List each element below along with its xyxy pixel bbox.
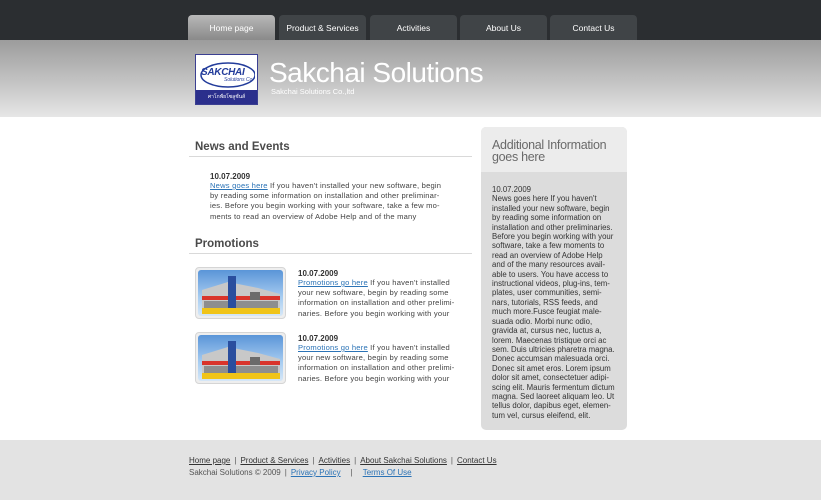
sidebar-text-line: gravida at, cursus nec, luctus a, xyxy=(492,326,602,336)
divider xyxy=(189,253,472,254)
building-photo-icon xyxy=(202,341,280,379)
sidebar-text-line: installed your new software, begin xyxy=(492,203,610,213)
promotion-date: 10.07.2009 xyxy=(298,269,339,278)
company-logo[interactable]: SAKCHAI Solutions Co ศาโกฟ์ยโซลูชั่นส์ xyxy=(195,54,258,105)
footer-separator: | xyxy=(354,456,357,465)
news-heading: News and Events xyxy=(195,141,290,153)
tab-activities[interactable]: Activities xyxy=(370,15,457,40)
footer-link-products[interactable]: Product & Services xyxy=(240,456,308,465)
sidebar-text-line: suada odio. Morbi nunc odio, xyxy=(492,316,593,326)
sidebar-text-line: scing elit. Mauris fermentum dictum xyxy=(492,382,615,392)
footer-separator: | xyxy=(234,456,237,465)
footer-link-contact[interactable]: Contact Us xyxy=(457,456,497,465)
top-nav-bar: Home page Product & Services Activities … xyxy=(0,0,821,40)
tab-home[interactable]: Home page xyxy=(188,15,275,40)
copyright-text: Sakchai Solutions © 2009 xyxy=(189,468,281,477)
sidebar-text-line: Before you begin working with your xyxy=(492,232,614,242)
footer-nav: Home page | Product & Services | Activities |… xyxy=(189,456,497,465)
promotion-image[interactable] xyxy=(195,332,286,384)
sidebar-text-line: tellus dolor, dapibus eget, elemen- xyxy=(492,401,611,411)
footer-separator: | xyxy=(350,468,353,477)
sidebar-text-line: magna. Sed laoreet aliquam leo. Ut xyxy=(492,391,615,401)
sidebar-text-line: able to users. You have access to xyxy=(492,269,609,279)
sidebar-text-line: sem. Duis ultricies pharetra magna. xyxy=(492,344,615,354)
sidebar-date: 10.07.2009 xyxy=(492,185,532,194)
news-date: 10.07.2009 xyxy=(210,172,251,181)
footer-link-activities[interactable]: Activities xyxy=(319,456,351,465)
footer-separator: | xyxy=(450,456,453,465)
news-link[interactable]: News goes here xyxy=(210,181,268,190)
sidebar-text-line: News goes here If you haven't xyxy=(492,194,597,204)
divider xyxy=(189,156,472,157)
sidebar-text-line: read an overview of Adobe Help xyxy=(492,250,603,260)
sidebar-text-line: Donec accumsan malesuada orci. xyxy=(492,354,610,364)
sidebar-text-line: by reading some information on xyxy=(492,213,602,223)
sidebar-text-line: and of the many resources avail- xyxy=(492,260,606,270)
footer-separator: | xyxy=(312,456,315,465)
news-text: News goes here If you haven't installed … xyxy=(210,181,442,221)
promotion-text: Promotions go here If you haven't instal… xyxy=(298,343,455,383)
promotions-heading: Promotions xyxy=(195,238,259,250)
sidebar-text-line: software, take a few moments to xyxy=(492,241,605,251)
terms-of-use-link[interactable]: Terms Of Use xyxy=(363,468,412,477)
sidebar-text-line: installation and other preliminaries. xyxy=(492,222,613,232)
sidebar-text-line: Donec sit amet eros. Lorem ipsum xyxy=(492,363,611,373)
sidebar-text-line: instructional videos, plug-ins, tem- xyxy=(492,279,610,289)
privacy-policy-link[interactable]: Privacy Policy xyxy=(291,468,341,477)
sidebar-header: Additional Information goes here xyxy=(481,127,627,172)
sidebar-text-line: plates, user communities, semi- xyxy=(492,288,602,298)
tab-contact-us[interactable]: Contact Us xyxy=(550,15,637,40)
site-title: Sakchai Solutions xyxy=(269,57,484,88)
sidebar-title: Additional Information goes here xyxy=(492,138,607,164)
site-subtitle: Sakchai Solutions Co.,ltd xyxy=(271,87,355,96)
logo-thai-text: ศาโกฟ์ยโซลูชั่นส์ xyxy=(196,90,257,104)
promotion-link[interactable]: Promotions go here xyxy=(298,343,368,352)
sidebar-panel: Additional Information goes here 10.07.2… xyxy=(481,127,627,430)
tab-about-us[interactable]: About Us xyxy=(460,15,547,40)
footer-link-home[interactable]: Home page xyxy=(189,456,230,465)
sidebar-text: 10.07.2009 News goes here If you haven't i… xyxy=(492,185,620,420)
promotion-image[interactable] xyxy=(195,267,286,319)
promotion-text: Promotions go here If you haven't instal… xyxy=(298,278,455,318)
sidebar-text-line: lorem. Maecenas tristique orci ac xyxy=(492,335,607,345)
building-photo-icon xyxy=(202,276,280,314)
footer-link-about[interactable]: About Sakchai Solutions xyxy=(360,456,447,465)
tab-products-services[interactable]: Product & Services xyxy=(279,15,366,40)
logo-subword: Solutions Co xyxy=(224,77,253,83)
sidebar-text-line: nars, tutorials, RSS feeds, and xyxy=(492,297,598,307)
sidebar-text-line: tum vel, cursus eleifend, elit. xyxy=(492,410,591,420)
promotion-date: 10.07.2009 xyxy=(298,334,339,343)
sidebar-text-line: dolor sit amet, consectetuer adipi- xyxy=(492,373,610,383)
footer-separator: | xyxy=(284,468,287,477)
sidebar-text-line: much more.Fusce feugiat male- xyxy=(492,307,602,317)
promotion-link[interactable]: Promotions go here xyxy=(298,278,368,287)
footer-legal: Sakchai Solutions © 2009 | Privacy Policy |… xyxy=(189,468,412,477)
